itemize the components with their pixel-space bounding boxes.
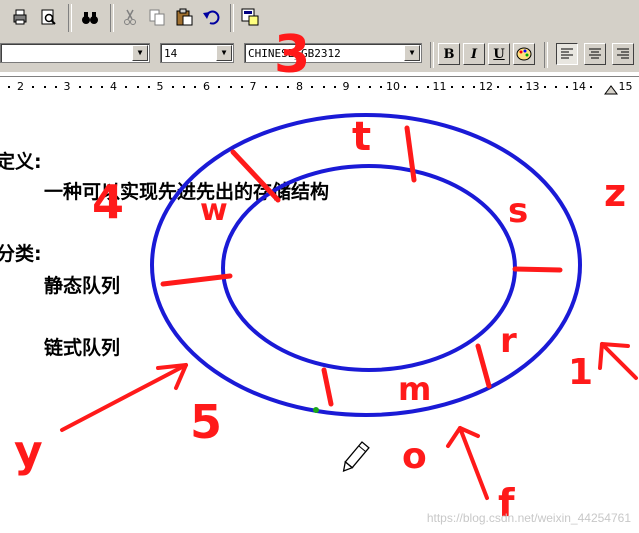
- label-3: 3: [274, 25, 310, 85]
- label-1: 1: [568, 352, 593, 393]
- annotation-canvas: t s z 4 w r m 1 o f y 5 3: [14, 25, 638, 525]
- label-5: 5: [190, 395, 222, 449]
- pencil-cursor-icon: [342, 441, 370, 472]
- label-w: w: [200, 193, 228, 228]
- inner-ring: [221, 164, 517, 372]
- label-z: z: [604, 171, 626, 215]
- label-s: s: [508, 191, 528, 231]
- label-t: t: [352, 114, 371, 160]
- cursor-dot: [313, 407, 319, 413]
- watermark: https://blog.csdn.net/weixin_44254761: [426, 511, 631, 525]
- label-m: m: [398, 370, 431, 408]
- label-4: 4: [92, 175, 124, 229]
- handwritten-labels: t s z 4 w r m 1 o f y 5 3: [14, 25, 626, 525]
- label-y: y: [14, 426, 43, 477]
- label-o: o: [402, 436, 427, 477]
- label-r: r: [500, 321, 517, 361]
